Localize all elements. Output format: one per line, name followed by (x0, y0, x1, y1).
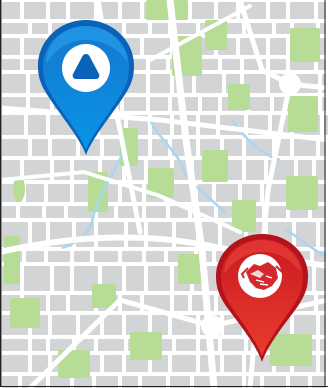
city-block (176, 339, 196, 351)
city-block (52, 315, 76, 335)
city-block (104, 139, 122, 156)
city-block (270, 59, 286, 70)
city-block (26, 184, 44, 202)
city-block (32, 339, 46, 351)
city-block (146, 251, 164, 262)
city-block (294, 315, 316, 335)
city-block (128, 222, 144, 247)
city-block (152, 23, 168, 34)
city-block (224, 355, 242, 372)
city-block (150, 97, 168, 111)
city-block (2, 23, 28, 34)
city-block (246, 160, 264, 180)
city-block (74, 184, 90, 202)
city-block (266, 206, 286, 218)
city-block (196, 74, 222, 93)
city-block (148, 222, 172, 247)
city-block (54, 160, 70, 180)
city-block (222, 59, 240, 70)
city-block (48, 184, 70, 202)
city-block (98, 339, 124, 351)
city-block (146, 206, 166, 218)
city-block (126, 266, 144, 291)
city-block (2, 339, 28, 351)
city-block (216, 184, 238, 202)
city-block (24, 266, 50, 291)
city-block (2, 2, 20, 19)
city-block (126, 23, 148, 34)
city-block (74, 251, 90, 262)
city-block (28, 115, 46, 135)
city-block (122, 2, 140, 19)
city-block (2, 59, 20, 70)
city-map[interactable] (0, 0, 328, 388)
city-block (270, 38, 286, 55)
city-block (50, 2, 66, 19)
city-block (98, 222, 124, 247)
city-block (174, 295, 188, 311)
city-block (124, 97, 146, 111)
city-block (2, 139, 28, 156)
city-block (122, 251, 142, 262)
city-block (70, 295, 94, 311)
city-block (52, 139, 76, 156)
city-block (2, 74, 26, 93)
city-block (222, 339, 244, 351)
city-block (104, 315, 122, 335)
city-block (172, 355, 196, 372)
city-block (20, 206, 42, 218)
city-block (32, 139, 48, 156)
city-block (54, 266, 70, 291)
city-block (150, 74, 170, 93)
city-block (46, 206, 64, 218)
city-block (276, 23, 290, 34)
city-block (290, 2, 314, 19)
city-block (104, 355, 122, 372)
city-block (48, 251, 70, 262)
city-block (2, 355, 28, 372)
city-block (32, 23, 48, 34)
city-block (294, 139, 316, 156)
city-block (26, 251, 44, 262)
city-block (148, 266, 170, 291)
city-block (192, 2, 214, 19)
city-block (2, 115, 24, 135)
city-block (50, 295, 66, 311)
city-block (24, 2, 46, 19)
city-block (94, 251, 118, 262)
city-block (70, 2, 94, 19)
city-block (270, 2, 286, 19)
city-block (250, 97, 270, 111)
city-block (2, 38, 20, 55)
city-block (242, 184, 260, 202)
map-view[interactable] (0, 0, 328, 388)
city-block (202, 97, 218, 111)
city-block (2, 206, 16, 218)
